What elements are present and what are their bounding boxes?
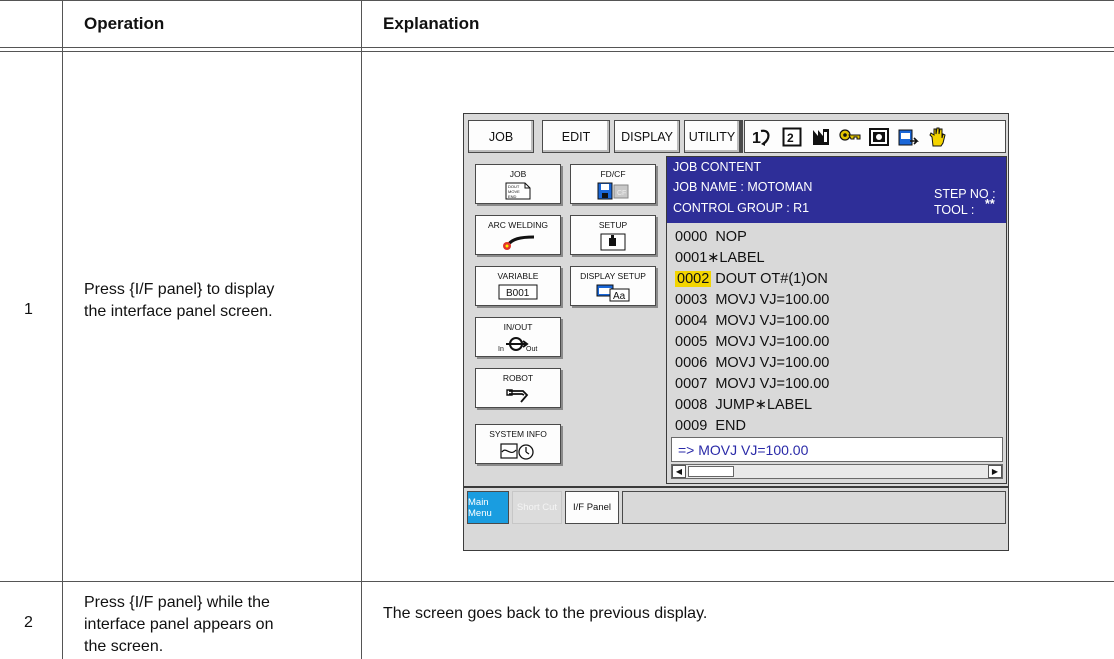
scrollbar-thumb[interactable]: [688, 466, 734, 477]
system-info-menu-item[interactable]: SYSTEM INFO: [475, 424, 561, 464]
setup-icon: [600, 233, 626, 256]
if-panel-button[interactable]: I/F Panel: [565, 491, 619, 524]
robot-arm-icon: [503, 386, 533, 409]
display-setup-icon: Aa: [596, 284, 630, 307]
svg-text:In: In: [498, 346, 504, 353]
job-line[interactable]: 0009 END: [675, 418, 746, 434]
in-out-menu-item[interactable]: IN/OUT In Out: [475, 317, 561, 357]
job-content-title: JOB CONTENT: [673, 160, 762, 174]
edit-menu-button[interactable]: EDIT: [542, 120, 610, 153]
row-separator: [0, 581, 1114, 582]
step-1-operation: Press {I/F panel} to display the interfa…: [84, 281, 275, 320]
svg-text:2: 2: [787, 131, 794, 145]
job-icon: [809, 126, 833, 148]
column-divider-1: [62, 0, 63, 659]
control-group-label: CONTROL GROUP : R1: [673, 201, 810, 215]
system-info-icon: [498, 442, 538, 465]
svg-text:B001: B001: [506, 288, 530, 299]
memory-icon: [867, 126, 891, 148]
table-top-border: [0, 0, 1114, 1]
step-2-operation: Press {I/F panel} while the interface pa…: [84, 594, 274, 655]
short-cut-button[interactable]: Short Cut: [512, 491, 562, 524]
display-menu-button[interactable]: DISPLAY: [614, 120, 680, 153]
floppy-disk-icon: CF: [597, 182, 629, 205]
svg-text:Aa: Aa: [613, 291, 626, 302]
status-icon-strip: 1 2: [744, 120, 1006, 153]
job-line[interactable]: 0006 MOVJ VJ=100.00: [675, 355, 829, 371]
job-line[interactable]: 0007 MOVJ VJ=100.00: [675, 376, 829, 392]
job-line[interactable]: 0005 MOVJ VJ=100.00: [675, 334, 829, 350]
tool-value: **: [985, 197, 995, 211]
job-document-icon: DOUT MOVE END: [505, 182, 531, 205]
welding-torch-icon: [498, 233, 538, 256]
fd-cf-menu-item[interactable]: FD/CF CF: [570, 164, 656, 204]
bottom-status-area: [622, 491, 1006, 524]
bottom-divider: [464, 486, 1008, 488]
pendant-screen: JOB EDIT DISPLAY UTILITY 1 2 JOB DOUT MO…: [463, 113, 1009, 551]
key-icon: [838, 126, 862, 148]
coordinate-icon: 1: [751, 126, 775, 148]
step-number-2: 2: [24, 614, 33, 631]
menu-separator: [740, 120, 743, 153]
job-line[interactable]: 0008 JUMP∗LABEL: [675, 397, 812, 413]
job-line[interactable]: 0001∗LABEL: [675, 250, 765, 266]
scroll-left-icon[interactable]: ◀: [672, 465, 686, 478]
svg-text:1: 1: [752, 130, 761, 147]
svg-text:Out: Out: [526, 346, 537, 353]
variable-icon: B001: [498, 284, 538, 305]
job-line[interactable]: 0000 NOP: [675, 229, 747, 245]
tool-label: TOOL :: [934, 203, 975, 217]
utility-menu-button[interactable]: UTILITY: [684, 120, 740, 153]
job-content-panel: JOB CONTENT JOB NAME : MOTOMAN CONTROL G…: [666, 156, 1007, 484]
setup-menu-item[interactable]: SETUP: [570, 215, 656, 255]
job-content-header: JOB CONTENT JOB NAME : MOTOMAN CONTROL G…: [667, 157, 1006, 223]
explanation-header: Explanation: [383, 14, 480, 33]
main-menu-button[interactable]: Main Menu: [467, 491, 509, 524]
job-menu-item[interactable]: JOB DOUT MOVE END: [475, 164, 561, 204]
in-out-icon: In Out: [496, 335, 540, 358]
operation-header: Operation: [84, 14, 165, 33]
arc-welding-menu-item[interactable]: ARC WELDING: [475, 215, 561, 255]
job-menu-button[interactable]: JOB: [468, 120, 534, 153]
teach-icon: [896, 126, 920, 148]
variable-menu-item[interactable]: VARIABLE B001: [475, 266, 561, 306]
header-separator-2: [0, 51, 1114, 52]
mode-icon: 2: [780, 126, 804, 148]
column-divider-2: [361, 0, 362, 659]
command-input-line[interactable]: => MOVJ VJ=100.00: [671, 437, 1003, 462]
svg-text:CF: CF: [617, 190, 626, 197]
step-2-explanation: The screen goes back to the previous dis…: [383, 605, 708, 622]
job-name-label: JOB NAME : MOTOMAN: [673, 180, 813, 194]
main-menu-panel: JOB DOUT MOVE END FD/CF CF ARC WELDING SET…: [469, 158, 665, 484]
step-number-1: 1: [24, 301, 33, 318]
job-line-selected[interactable]: 0002 DOUT OT#(1)ON: [675, 271, 828, 287]
svg-text:END: END: [508, 194, 517, 199]
display-setup-menu-item[interactable]: DISPLAY SETUP Aa: [570, 266, 656, 306]
horizontal-scrollbar[interactable]: ◀ ▶: [671, 464, 1003, 479]
scroll-right-icon[interactable]: ▶: [988, 465, 1002, 478]
job-line[interactable]: 0003 MOVJ VJ=100.00: [675, 292, 829, 308]
hand-icon: [925, 126, 949, 148]
robot-menu-item[interactable]: ROBOT: [475, 368, 561, 408]
header-separator-1: [0, 47, 1114, 48]
job-line[interactable]: 0004 MOVJ VJ=100.00: [675, 313, 829, 329]
cursor-highlight: 0002: [675, 271, 712, 287]
